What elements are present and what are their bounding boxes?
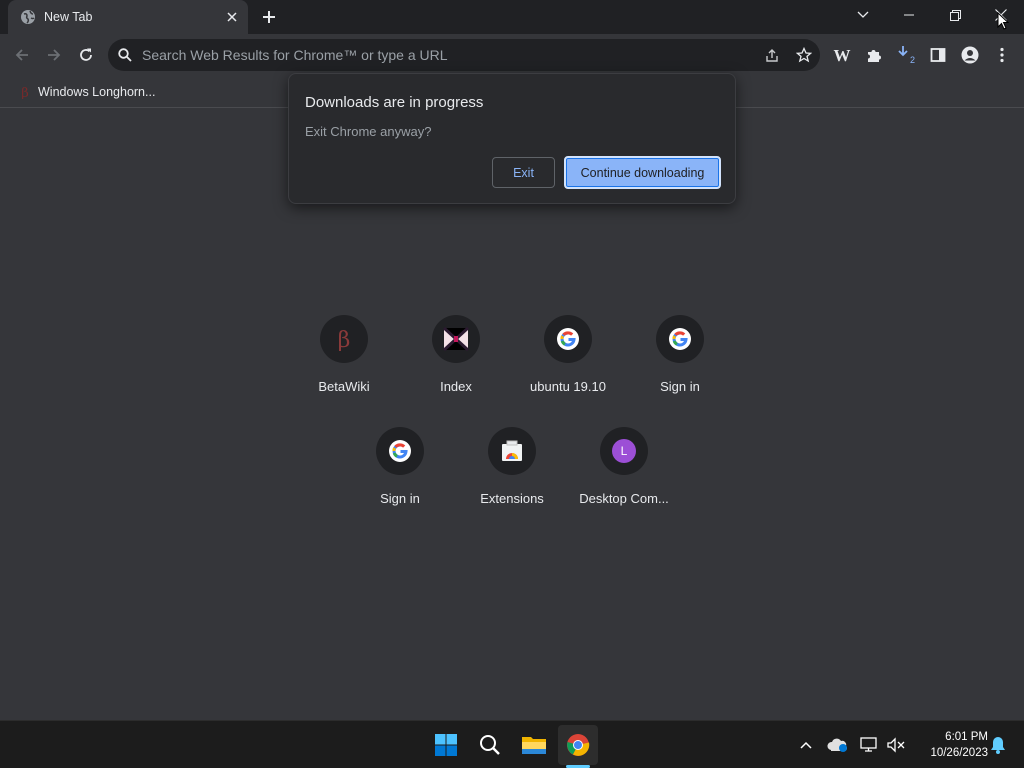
- shortcut-label: Extensions: [480, 491, 544, 506]
- minimize-icon[interactable]: [886, 0, 932, 30]
- network-icon[interactable]: [858, 733, 882, 757]
- shortcut-label: BetaWiki: [318, 379, 370, 394]
- new-tab-button[interactable]: [258, 6, 280, 28]
- shortcut-tile[interactable]: L Desktop Com...: [568, 427, 680, 527]
- google-icon: [656, 315, 704, 363]
- wordpress-extension-icon[interactable]: W: [828, 41, 856, 69]
- search-icon: [108, 48, 142, 62]
- clock-time: 6:01 PM: [945, 731, 988, 743]
- exit-button[interactable]: Exit: [492, 157, 555, 188]
- avatar-letter: L: [612, 439, 636, 463]
- globe-icon: [20, 9, 36, 25]
- extensions-puzzle-icon[interactable]: [860, 41, 888, 69]
- mouse-cursor-icon: [997, 12, 1009, 30]
- bookmark-windows-longhorn[interactable]: β Windows Longhorn...: [12, 81, 161, 103]
- tab-new-tab[interactable]: New Tab: [8, 0, 248, 34]
- continue-downloading-button[interactable]: Continue downloading: [564, 156, 721, 189]
- shortcut-label: Index: [440, 379, 472, 394]
- file-explorer-button[interactable]: [514, 725, 554, 765]
- bookmark-label: Windows Longhorn...: [38, 85, 156, 99]
- system-clock[interactable]: 6:01 PM 10/26/2023: [912, 729, 988, 761]
- shortcut-tile[interactable]: Index: [400, 315, 512, 415]
- chrome-web-store-icon: [488, 427, 536, 475]
- svg-text:W: W: [834, 47, 851, 63]
- betawiki-favicon-icon: β: [21, 86, 29, 99]
- tray-overflow-chevron-icon[interactable]: [794, 733, 818, 757]
- folder-icon: [522, 737, 546, 754]
- start-button[interactable]: [426, 725, 466, 765]
- omnibox-placeholder[interactable]: Search Web Results for Chrome™ or type a…: [142, 47, 756, 63]
- tab-close-icon[interactable]: [224, 9, 240, 25]
- restore-icon[interactable]: [932, 0, 978, 30]
- tab-search-chevron-icon[interactable]: [840, 0, 886, 30]
- google-icon: [544, 315, 592, 363]
- search-taskbar-button[interactable]: [470, 725, 510, 765]
- onedrive-icon[interactable]: [826, 733, 850, 757]
- side-panel-icon[interactable]: [924, 41, 952, 69]
- shortcut-tile[interactable]: Sign in: [624, 315, 736, 415]
- chrome-taskbar-button[interactable]: [558, 725, 598, 765]
- dialog-title: Downloads are in progress: [305, 94, 484, 111]
- toolbar: Search Web Results for Chrome™ or type a…: [0, 34, 1024, 76]
- shortcut-label: Sign in: [660, 379, 700, 394]
- reload-button[interactable]: [72, 41, 100, 69]
- exit-confirmation-dialog: Downloads are in progress Exit Chrome an…: [288, 73, 736, 204]
- tab-title: New Tab: [44, 10, 93, 24]
- notification-bell-icon[interactable]: [986, 733, 1010, 757]
- shortcut-tile[interactable]: ubuntu 19.10: [512, 315, 624, 415]
- shortcut-tile[interactable]: Extensions: [456, 427, 568, 527]
- chrome-icon: [567, 734, 590, 756]
- downloads-button[interactable]: 2: [892, 41, 920, 69]
- shortcut-tile[interactable]: β BetaWiki: [288, 315, 400, 415]
- forward-arrow-icon: [48, 49, 61, 61]
- share-icon[interactable]: [756, 39, 788, 71]
- shortcut-tile[interactable]: Sign in: [344, 427, 456, 527]
- forward-button[interactable]: [40, 41, 68, 69]
- profile-avatar-icon[interactable]: [956, 41, 984, 69]
- betawiki-icon: β: [320, 315, 368, 363]
- svg-text:β: β: [338, 328, 351, 351]
- letter-avatar-icon: L: [600, 427, 648, 475]
- windows-logo-icon: [435, 734, 457, 756]
- shortcut-label: Sign in: [380, 491, 420, 506]
- taskbar: 6:01 PM 10/26/2023: [0, 720, 1024, 768]
- menu-kebab-icon[interactable]: [988, 41, 1016, 69]
- download-count-badge: 2: [910, 55, 916, 65]
- clock-date: 10/26/2023: [930, 747, 988, 759]
- volume-muted-icon[interactable]: [884, 733, 908, 757]
- back-arrow-icon: [15, 49, 28, 61]
- search-icon: [480, 735, 500, 755]
- svg-text:β: β: [21, 86, 29, 99]
- shortcut-label: ubuntu 19.10: [530, 379, 606, 394]
- shortcut-label: Desktop Com...: [579, 491, 669, 506]
- bookmark-star-icon[interactable]: [788, 39, 820, 71]
- dialog-message: Exit Chrome anyway?: [305, 124, 432, 139]
- back-button[interactable]: [8, 41, 36, 69]
- index-icon: [432, 315, 480, 363]
- omnibox[interactable]: Search Web Results for Chrome™ or type a…: [108, 39, 820, 71]
- google-icon: [376, 427, 424, 475]
- tab-strip: New Tab: [0, 0, 1024, 34]
- reload-icon: [80, 48, 92, 61]
